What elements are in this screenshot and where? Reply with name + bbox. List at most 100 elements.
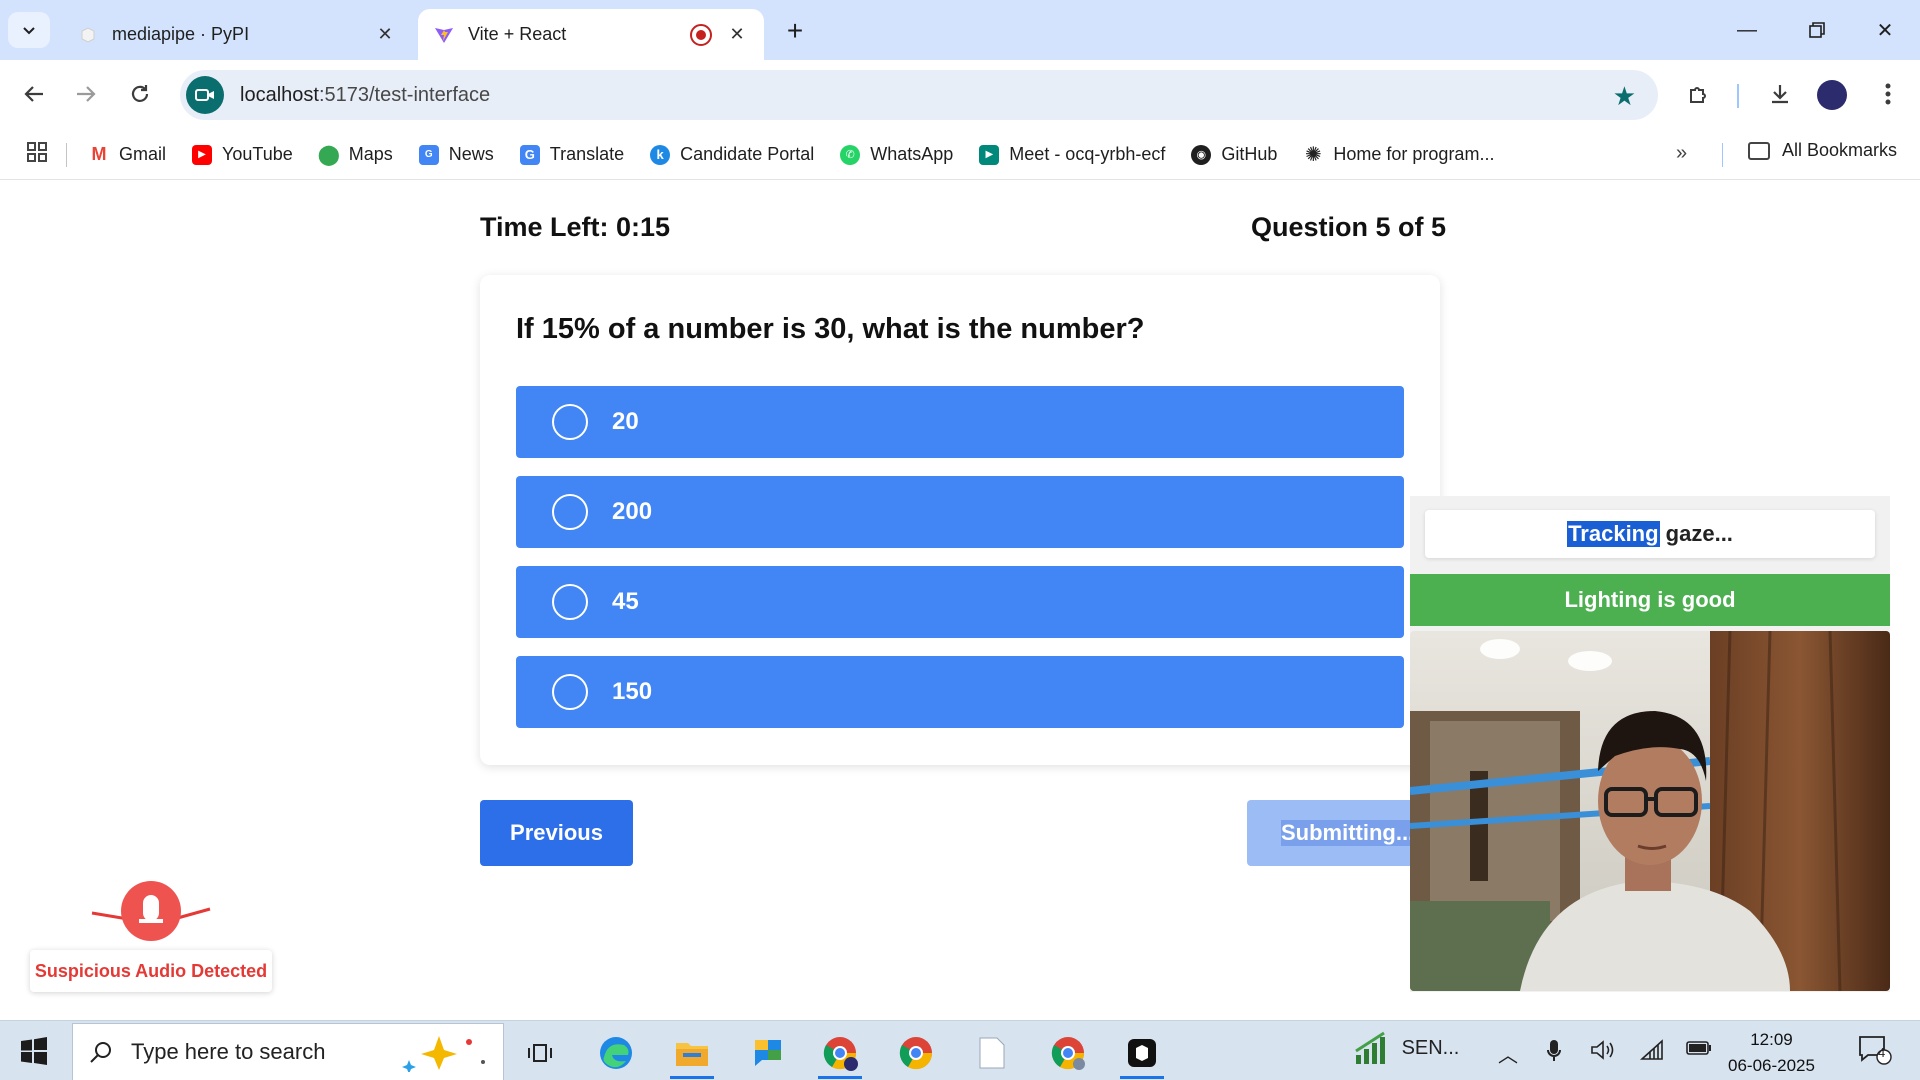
profile-avatar[interactable]	[1817, 80, 1847, 110]
recording-icon	[690, 23, 712, 46]
reload-button[interactable]	[120, 74, 160, 114]
question-card: If 15% of a number is 30, what is the nu…	[480, 275, 1440, 765]
new-tab-button[interactable]: +	[778, 14, 812, 48]
bookmark-news[interactable]: G News	[418, 144, 494, 165]
arrow-left-icon	[24, 86, 43, 102]
bookmarks-divider	[66, 142, 67, 167]
settings-sun-icon: ✺	[1305, 144, 1322, 166]
bookmark-candidate-portal[interactable]: k Candidate Portal	[650, 144, 814, 165]
question-counter: Question 5 of 5	[1251, 212, 1447, 242]
browser-toolbar: localhost:5173/test-interface ★	[0, 60, 1920, 130]
close-tab-icon[interactable]: ✕	[726, 24, 748, 46]
volume-icon[interactable]	[1590, 1039, 1616, 1067]
edge-icon	[600, 1037, 632, 1069]
windows-start-icon[interactable]	[20, 1037, 48, 1065]
radio-button[interactable]	[552, 584, 588, 620]
gaze-status: Tracking gaze...	[1425, 510, 1875, 558]
taskbar-edge[interactable]	[588, 1029, 644, 1077]
network-icon[interactable]	[1639, 1039, 1664, 1067]
option-label: 200	[612, 498, 653, 525]
sparkle-icon	[402, 1036, 485, 1072]
tab-search-button[interactable]	[8, 12, 50, 48]
close-window-button[interactable]: ✕	[1860, 10, 1910, 50]
taskbar-chrome-profile-2[interactable]	[888, 1029, 944, 1077]
answer-option-1[interactable]: 20	[516, 386, 1404, 458]
option-label: 45	[612, 588, 639, 615]
windows-taskbar: Type here to search SEN... ︿ 12:09 06-06…	[0, 1020, 1920, 1080]
option-label: 150	[612, 678, 653, 705]
whatsapp-icon: ✆	[840, 144, 861, 165]
submit-button[interactable]: Submitting...	[1247, 800, 1427, 866]
chrome-icon	[899, 1037, 933, 1070]
pypi-favicon-icon	[78, 25, 98, 45]
tab-title: Vite + React	[468, 24, 567, 44]
radio-button[interactable]	[552, 494, 588, 530]
restore-window-button[interactable]	[1792, 10, 1842, 50]
camera-indicator-icon[interactable]	[186, 76, 224, 114]
task-view-button[interactable]	[512, 1029, 568, 1077]
taskbar-chat-app[interactable]	[740, 1029, 796, 1077]
webcam-feed	[1410, 631, 1890, 991]
chat-icon	[755, 1040, 781, 1066]
radio-button[interactable]	[552, 674, 588, 710]
minimize-window-button[interactable]: —	[1722, 10, 1772, 50]
battery-icon[interactable]	[1686, 1039, 1712, 1062]
taskbar-file-explorer[interactable]	[664, 1029, 720, 1079]
bookmark-youtube[interactable]: ▶ YouTube	[192, 144, 293, 165]
browser-menu-button[interactable]	[1868, 74, 1908, 114]
bookmarks-bar: M Gmail ▶ YouTube ⬤ Maps G News G Translate k…	[0, 130, 1920, 180]
bookmark-whatsapp[interactable]: ✆ WhatsApp	[840, 144, 953, 165]
taskbar-notepad[interactable]	[964, 1029, 1020, 1077]
tab-mediapipe[interactable]: mediapipe · PyPI ✕	[62, 9, 412, 60]
answer-option-3[interactable]: 45	[516, 566, 1404, 638]
close-tab-icon[interactable]: ✕	[374, 24, 396, 46]
stock-widget[interactable]: SEN...	[1354, 1031, 1459, 1065]
bookmark-star-icon[interactable]: ★	[1613, 81, 1636, 112]
address-bar[interactable]: localhost:5173/test-interface ★	[180, 70, 1658, 120]
toolbar-divider	[1737, 84, 1739, 108]
reload-icon	[131, 85, 149, 102]
more-bookmarks-icon[interactable]: »	[1676, 142, 1687, 165]
puzzle-icon	[1690, 87, 1706, 103]
bookmark-translate[interactable]: G Translate	[519, 144, 624, 165]
previous-button[interactable]: Previous	[480, 800, 633, 866]
system-clock[interactable]: 12:09 06-06-2025	[1728, 1027, 1815, 1079]
stock-chart-icon	[1355, 1031, 1385, 1064]
bookmark-meet[interactable]: ▶ Meet - ocq-yrbh-ecf	[979, 144, 1165, 165]
answer-option-2[interactable]: 200	[516, 476, 1404, 548]
taskbar-search-box[interactable]: Type here to search	[72, 1023, 504, 1080]
news-icon: G	[418, 144, 439, 165]
chrome-icon	[1051, 1037, 1085, 1070]
bookmark-home-for-programmers[interactable]: ✺ Home for program...	[1303, 144, 1494, 166]
tab-vite-react[interactable]: Vite + React ✕	[418, 9, 764, 60]
task-view-icon	[528, 1044, 552, 1062]
answer-option-4[interactable]: 150	[516, 656, 1404, 728]
taskbar-chrome-profile-3[interactable]	[1040, 1029, 1096, 1077]
downloads-button[interactable]	[1760, 74, 1800, 114]
bookmark-github[interactable]: ◉ GitHub	[1191, 144, 1277, 165]
bookmark-maps[interactable]: ⬤ Maps	[318, 144, 393, 166]
show-hidden-icons-icon[interactable]: ︿	[1498, 1039, 1518, 1068]
microphone-icon[interactable]	[1546, 1039, 1562, 1069]
apps-grid-icon[interactable]	[26, 141, 48, 169]
gaze-status-text: gaze...	[1659, 521, 1733, 546]
bookmark-gmail[interactable]: M Gmail	[89, 144, 166, 165]
lighting-status: Lighting is good	[1410, 574, 1890, 626]
taskbar-terminal-app[interactable]	[1114, 1029, 1170, 1079]
taskbar-chrome-profile-1[interactable]	[812, 1029, 868, 1079]
extensions-button[interactable]	[1679, 74, 1719, 114]
notifications-button[interactable]: 4	[1858, 1035, 1892, 1071]
arrow-right-icon	[77, 86, 96, 102]
forward-button[interactable]	[66, 74, 106, 114]
chevron-down-icon	[23, 27, 35, 35]
time-left-label: Time Left: 0:15	[480, 212, 671, 242]
notification-icon	[1859, 1036, 1892, 1065]
back-button[interactable]	[14, 74, 54, 114]
search-icon	[90, 1042, 111, 1063]
clock-time: 12:09	[1750, 1030, 1793, 1049]
submit-button-label: Submitting...	[1281, 820, 1415, 846]
question-text: If 15% of a number is 30, what is the nu…	[516, 313, 1145, 345]
radio-button[interactable]	[552, 404, 588, 440]
option-label: 20	[612, 408, 639, 435]
all-bookmarks-button[interactable]: All Bookmarks	[1748, 140, 1897, 161]
